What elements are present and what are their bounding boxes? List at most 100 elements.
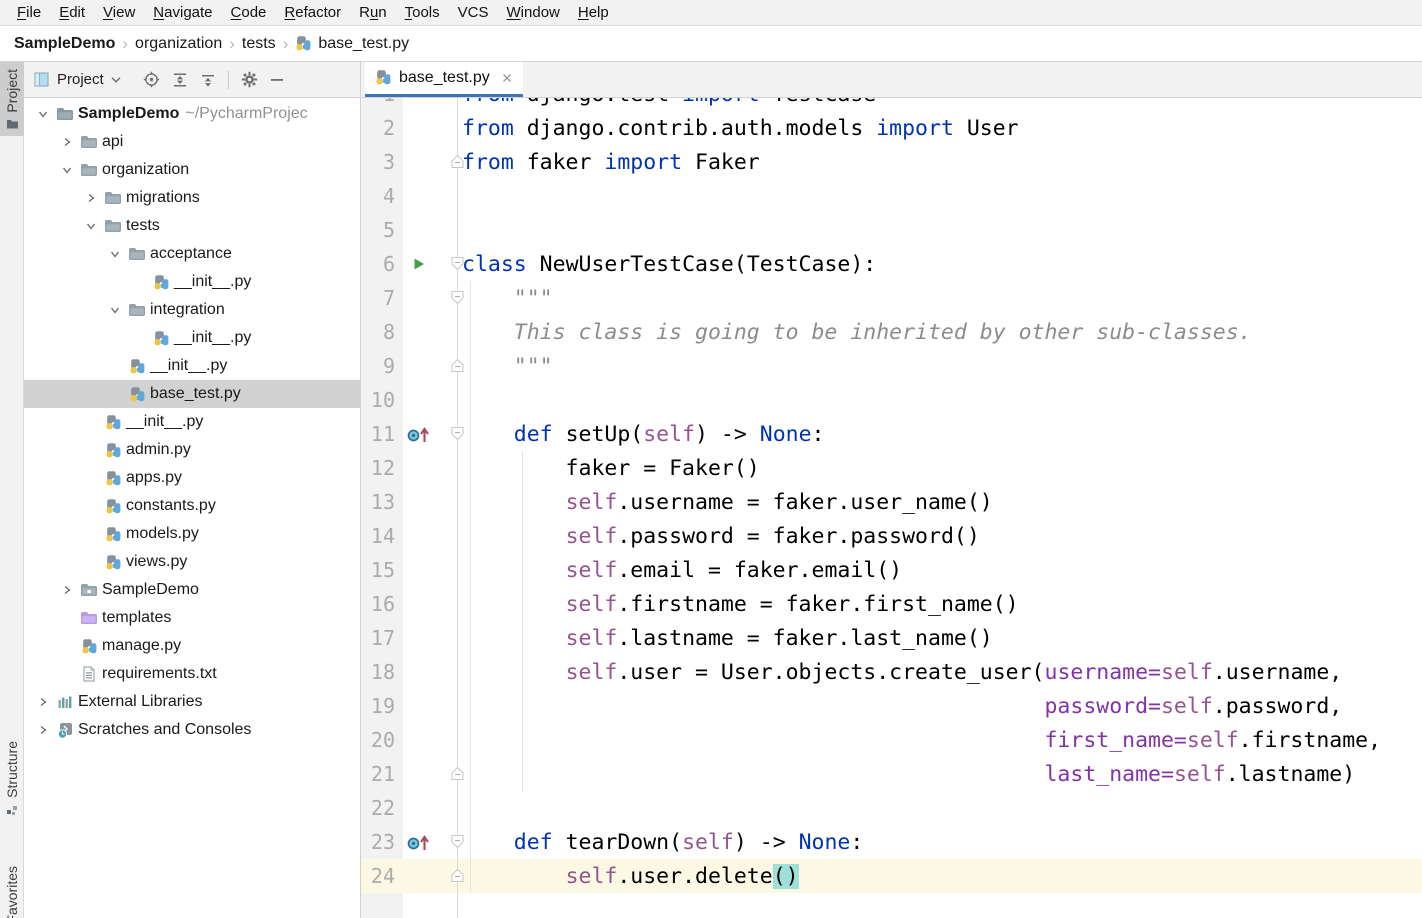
menu-refactor[interactable]: Refactor	[275, 4, 350, 21]
code-line-10[interactable]: 10	[361, 383, 1422, 417]
fold-marker-slot[interactable]	[435, 145, 457, 179]
code-line-3[interactable]: 3from faker import Faker	[361, 145, 1422, 179]
collapse-all-icon[interactable]	[200, 72, 216, 88]
fold-marker-slot[interactable]	[435, 417, 457, 451]
menu-vcs[interactable]: VCS	[449, 4, 498, 21]
menu-run[interactable]: Run	[350, 4, 396, 21]
close-icon[interactable]	[501, 72, 513, 84]
gutter-icon-slot[interactable]	[403, 425, 435, 444]
code-line-13[interactable]: 13 self.username = faker.user_name()	[361, 485, 1422, 519]
menu-edit[interactable]: Edit	[50, 4, 94, 21]
tree-item--init-py[interactable]: __init__.py	[24, 324, 360, 352]
code-line-18[interactable]: 18 self.user = User.objects.create_user(…	[361, 655, 1422, 689]
code-line-16[interactable]: 16 self.firstname = faker.first_name()	[361, 587, 1422, 621]
gutter-icon-slot[interactable]	[403, 256, 435, 272]
tree-item-migrations[interactable]: migrations	[24, 184, 360, 212]
code-line-21[interactable]: 21 last_name=self.lastname)	[361, 757, 1422, 791]
chevron-down-icon[interactable]	[61, 164, 73, 176]
overrides-method-icon[interactable]	[406, 425, 433, 444]
menu-view[interactable]: View	[94, 4, 144, 21]
tree-item-api[interactable]: api	[24, 128, 360, 156]
chevron-right-icon[interactable]	[85, 192, 97, 204]
tree-item-base-test-py[interactable]: base_test.py	[24, 380, 360, 408]
tree-chevron[interactable]	[56, 136, 78, 148]
tree-item-acceptance[interactable]: acceptance	[24, 240, 360, 268]
close-icon[interactable]	[501, 72, 513, 84]
fold-marker-slot[interactable]	[435, 859, 457, 893]
tree-item-constants-py[interactable]: constants.py	[24, 492, 360, 520]
tree-chevron[interactable]	[32, 696, 54, 708]
code-editor[interactable]: 1from django.test import TestCase2from d…	[361, 98, 1422, 918]
code-line-9[interactable]: 9 """	[361, 349, 1422, 383]
code-line-19[interactable]: 19 password=self.password,	[361, 689, 1422, 723]
code-line-11[interactable]: 11 def setUp(self) -> None:	[361, 417, 1422, 451]
tree-item-organization[interactable]: organization	[24, 156, 360, 184]
tree-item--init-py[interactable]: __init__.py	[24, 352, 360, 380]
tree-item-models-py[interactable]: models.py	[24, 520, 360, 548]
settings-icon[interactable]	[241, 71, 258, 88]
gutter-icon-slot[interactable]	[403, 833, 435, 852]
chevron-down-icon[interactable]	[111, 77, 121, 83]
code-line-17[interactable]: 17 self.lastname = faker.last_name()	[361, 621, 1422, 655]
chevron-right-icon[interactable]	[61, 136, 73, 148]
chevron-right-icon[interactable]	[37, 724, 49, 736]
stripe-project[interactable]: Project	[0, 62, 24, 136]
breadcrumb-base-test-py[interactable]: base_test.py	[295, 35, 409, 53]
expand-all-icon[interactable]	[172, 72, 188, 88]
tree-item--init-py[interactable]: __init__.py	[24, 408, 360, 436]
tree-item-sampledemo[interactable]: SampleDemo	[24, 576, 360, 604]
fold-marker-slot[interactable]	[435, 757, 457, 791]
tree-chevron[interactable]	[56, 164, 78, 176]
tree-item--init-py[interactable]: __init__.py	[24, 268, 360, 296]
breadcrumb-organization[interactable]: organization	[135, 35, 222, 53]
code-line-6[interactable]: 6class NewUserTestCase(TestCase):	[361, 247, 1422, 281]
fold-marker-slot[interactable]	[435, 247, 457, 281]
code-line-1[interactable]: 1from django.test import TestCase	[361, 98, 1422, 111]
tree-item-integration[interactable]: integration	[24, 296, 360, 324]
code-line-4[interactable]: 4	[361, 179, 1422, 213]
code-line-22[interactable]: 22	[361, 791, 1422, 825]
tree-item-views-py[interactable]: views.py	[24, 548, 360, 576]
code-line-15[interactable]: 15 self.email = faker.email()	[361, 553, 1422, 587]
stripe-structure[interactable]: Structure	[0, 734, 24, 822]
fold-marker-slot[interactable]	[435, 349, 457, 383]
overrides-method-icon[interactable]	[406, 833, 433, 852]
chevron-down-icon[interactable]	[109, 304, 121, 316]
chevron-right-icon[interactable]	[37, 696, 49, 708]
menu-file[interactable]: File	[8, 4, 50, 21]
code-line-23[interactable]: 23 def tearDown(self) -> None:	[361, 825, 1422, 859]
menu-code[interactable]: Code	[222, 4, 276, 21]
menu-navigate[interactable]: Navigate	[144, 4, 221, 21]
editor-tab-base-test[interactable]: base_test.py	[365, 62, 523, 97]
chevron-down-icon[interactable]	[37, 108, 49, 120]
tree-item-sampledemo[interactable]: SampleDemo~/PycharmProjec	[24, 100, 360, 128]
menu-tools[interactable]: Tools	[396, 4, 449, 21]
code-line-2[interactable]: 2from django.contrib.auth.models import …	[361, 111, 1422, 145]
stripe-favorites[interactable]: Favorites	[0, 859, 24, 918]
tree-item-manage-py[interactable]: manage.py	[24, 632, 360, 660]
code-line-14[interactable]: 14 self.password = faker.password()	[361, 519, 1422, 553]
code-line-7[interactable]: 7 """	[361, 281, 1422, 315]
menu-window[interactable]: Window	[498, 4, 569, 21]
tree-chevron[interactable]	[56, 584, 78, 596]
tree-item-requirements-txt[interactable]: requirements.txt	[24, 660, 360, 688]
tree-chevron[interactable]	[104, 248, 126, 260]
tree-chevron[interactable]	[80, 220, 102, 232]
tree-chevron[interactable]	[32, 724, 54, 736]
tree-chevron[interactable]	[32, 108, 54, 120]
menu-help[interactable]: Help	[569, 4, 618, 21]
run-test-icon[interactable]	[411, 256, 427, 272]
chevron-down-icon[interactable]	[85, 220, 97, 232]
locate-icon[interactable]	[143, 71, 160, 88]
tree-item-tests[interactable]: tests	[24, 212, 360, 240]
fold-marker-slot[interactable]	[435, 825, 457, 859]
code-line-12[interactable]: 12 faker = Faker()	[361, 451, 1422, 485]
tree-item-scratches-and-consoles[interactable]: Scratches and Consoles	[24, 716, 360, 744]
code-line-20[interactable]: 20 first_name=self.firstname,	[361, 723, 1422, 757]
tree-item-apps-py[interactable]: apps.py	[24, 464, 360, 492]
code-line-24[interactable]: 24 self.user.delete()	[361, 859, 1422, 893]
tree-item-templates[interactable]: templates	[24, 604, 360, 632]
fold-marker-slot[interactable]	[435, 281, 457, 315]
breadcrumb-tests[interactable]: tests	[242, 35, 276, 53]
breadcrumb-sampledemo[interactable]: SampleDemo	[14, 35, 115, 53]
